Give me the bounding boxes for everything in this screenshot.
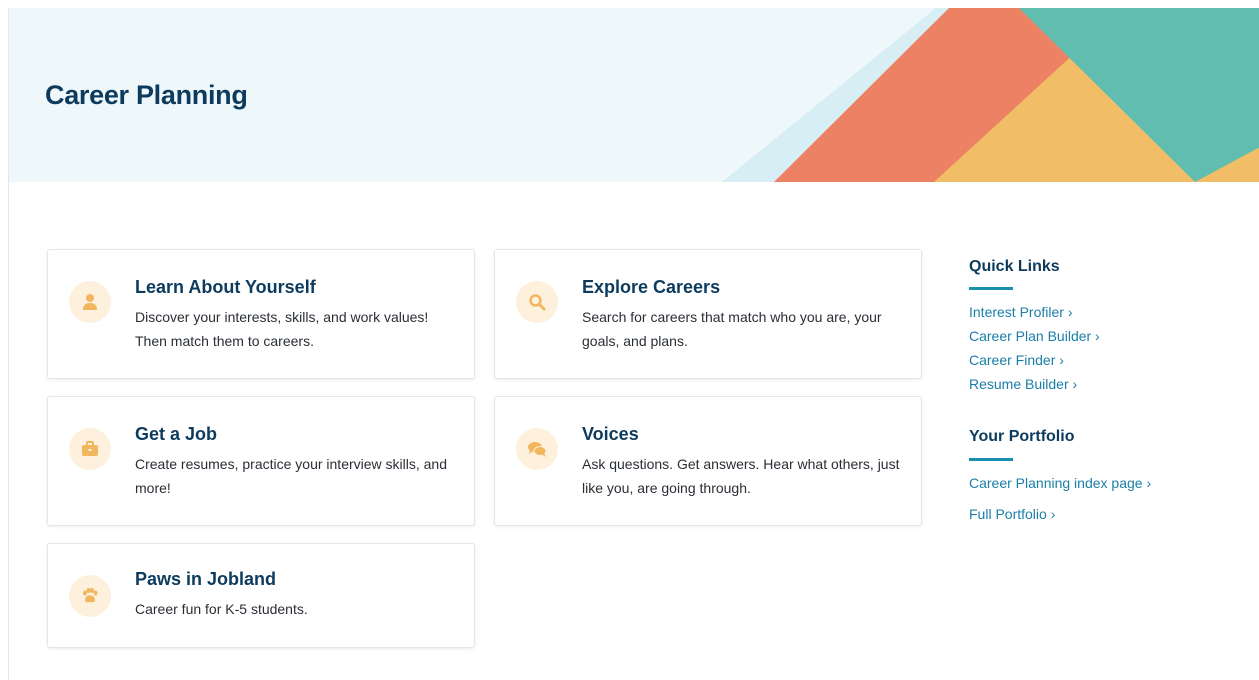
link-career-plan-builder[interactable]: Career Plan Builder ›	[969, 328, 1100, 344]
card-explore-careers[interactable]: Explore Careers Search for careers that …	[494, 249, 922, 379]
card-title: Learn About Yourself	[135, 277, 316, 297]
quick-links-heading: Quick Links	[969, 258, 1060, 275]
card-title: Paws in Jobland	[135, 569, 277, 589]
page-header-banner: Career Planning	[9, 8, 1259, 182]
divider	[969, 287, 1013, 290]
link-career-planning-index[interactable]: Career Planning index page ›	[969, 475, 1151, 491]
person-icon	[69, 281, 111, 323]
card-learn-about-yourself[interactable]: Learn About Yourself Discover your inter…	[47, 249, 475, 379]
card-description: Discover your interests, skills, and wor…	[135, 309, 429, 349]
link-full-portfolio[interactable]: Full Portfolio ›	[969, 506, 1055, 522]
page-title: Career Planning	[45, 80, 248, 110]
card-get-a-job[interactable]: Get a Job Create resumes, practice your …	[47, 396, 475, 526]
card-title: Explore Careers	[582, 277, 721, 297]
chat-bubbles-icon	[516, 428, 558, 470]
page: Career Planning Learn About Yourself Dis…	[8, 8, 1259, 680]
card-description: Create resumes, practice your interview …	[135, 456, 448, 496]
card-description: Career fun for K-5 students.	[135, 601, 308, 617]
card-title: Get a Job	[135, 424, 218, 444]
divider	[969, 458, 1013, 461]
search-icon	[516, 281, 558, 323]
paw-icon	[69, 575, 111, 617]
card-voices[interactable]: Voices Ask questions. Get answers. Hear …	[494, 396, 922, 526]
link-resume-builder[interactable]: Resume Builder ›	[969, 376, 1077, 392]
link-career-finder[interactable]: Career Finder ›	[969, 352, 1064, 368]
link-interest-profiler[interactable]: Interest Profiler ›	[969, 304, 1072, 320]
card-paws-in-jobland[interactable]: Paws in Jobland Career fun for K-5 stude…	[47, 543, 475, 648]
card-title: Voices	[582, 424, 639, 444]
briefcase-icon	[69, 428, 111, 470]
card-description: Ask questions. Get answers. Hear what ot…	[582, 456, 900, 496]
your-portfolio-heading: Your Portfolio	[969, 428, 1075, 445]
card-description: Search for careers that match who you ar…	[582, 309, 882, 349]
